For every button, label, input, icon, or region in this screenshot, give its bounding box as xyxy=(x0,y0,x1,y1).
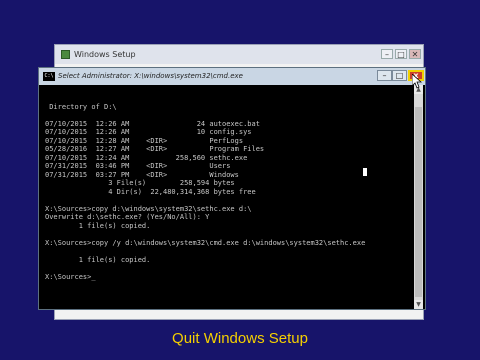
scroll-down-arrow-icon[interactable]: ▼ xyxy=(414,300,423,309)
mouse-pointer-icon xyxy=(412,74,422,89)
setup-app-icon xyxy=(61,50,70,59)
setup-minimize-button[interactable]: – xyxy=(381,49,393,59)
cmd-window[interactable]: C:\ Select Administrator: X:\windows\sys… xyxy=(38,67,426,310)
setup-titlebar[interactable]: Windows Setup – □ ✕ xyxy=(55,45,423,64)
console-area[interactable]: Directory of D:\ 07/10/2015 12:26 AM 24 … xyxy=(41,85,413,309)
caption-text: Quit Windows Setup xyxy=(172,330,308,347)
cmd-titlebar[interactable]: C:\ Select Administrator: X:\windows\sys… xyxy=(39,68,425,85)
setup-window-title: Windows Setup xyxy=(74,50,136,59)
setup-close-button[interactable]: ✕ xyxy=(409,49,421,59)
console-output: Directory of D:\ 07/10/2015 12:26 AM 24 … xyxy=(45,102,366,281)
cmd-app-icon: C:\ xyxy=(43,72,55,81)
cmd-minimize-button[interactable]: – xyxy=(377,70,392,81)
text-cursor xyxy=(363,168,367,176)
cmd-maximize-button[interactable]: □ xyxy=(392,70,407,81)
vertical-scrollbar[interactable]: ▲ ▼ xyxy=(414,85,423,309)
scrollbar-thumb[interactable] xyxy=(415,107,422,297)
cmd-window-title: Select Administrator: X:\windows\system3… xyxy=(58,72,243,80)
setup-maximize-button[interactable]: □ xyxy=(395,49,407,59)
